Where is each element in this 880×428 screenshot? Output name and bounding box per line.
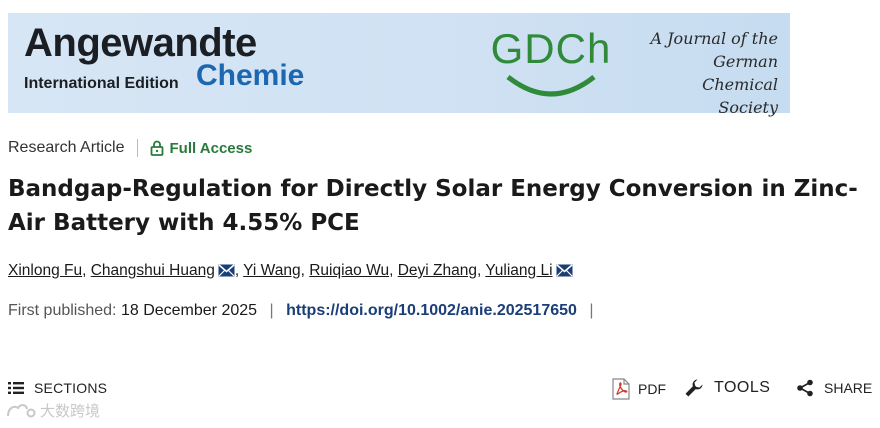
separator: |	[269, 302, 274, 319]
tools-button[interactable]: TOOLS	[684, 378, 770, 398]
author-list: Xinlong Fu, Changshui Huang, Yi Wang, Ru…	[8, 262, 573, 280]
society-line-3: Chemical Society	[702, 75, 778, 117]
society-tagline: A Journal of the German Chemical Society	[648, 27, 778, 119]
journal-banner[interactable]: Angewandte International Edition Chemie …	[8, 13, 790, 117]
publication-line: First published: 18 December 2025 | http…	[8, 302, 602, 320]
author-link[interactable]: Deyi Zhang	[398, 262, 477, 279]
watermark-logo-icon	[7, 403, 36, 417]
society-line-2: German	[713, 52, 778, 71]
article-type: Research Article	[8, 139, 125, 156]
journal-brand-edition: International Edition	[24, 75, 179, 92]
author-link[interactable]: Changshui Huang	[91, 262, 215, 279]
separator: |	[589, 302, 594, 319]
watermark: 大数跨境	[6, 400, 100, 421]
doi-link[interactable]: https://doi.org/10.1002/anie.202517650	[286, 302, 577, 319]
pdf-icon	[612, 378, 630, 400]
article-toolbar: SECTIONS PDF TOOLS SHARE	[8, 378, 872, 402]
share-icon	[797, 379, 813, 397]
author-link[interactable]: Yi Wang	[243, 262, 300, 279]
sections-label: SECTIONS	[34, 380, 108, 396]
meta-divider	[136, 139, 138, 157]
mail-icon[interactable]	[556, 264, 573, 277]
sections-button[interactable]: SECTIONS	[8, 380, 107, 396]
author-link[interactable]: Xinlong Fu	[8, 262, 82, 279]
access-badge: Full Access	[150, 139, 253, 157]
article-meta-row: Research Article Full Access	[8, 136, 252, 160]
first-published-label: First published:	[8, 302, 117, 319]
journal-brand-chemie: Chemie	[196, 59, 305, 92]
gdch-arc-icon	[506, 75, 596, 97]
author-link[interactable]: Yuliang Li	[485, 262, 552, 279]
mail-icon[interactable]	[218, 264, 235, 277]
pdf-label: PDF	[638, 381, 666, 397]
share-label: SHARE	[824, 380, 873, 396]
access-label: Full Access	[169, 139, 253, 157]
list-icon	[8, 382, 24, 394]
pdf-button[interactable]: PDF	[612, 378, 666, 400]
share-button[interactable]: SHARE	[796, 379, 872, 397]
author-link[interactable]: Ruiqiao Wu	[309, 262, 389, 279]
wrench-icon	[685, 379, 703, 397]
first-published-date: 18 December 2025	[120, 302, 258, 319]
watermark-text: 大数跨境	[40, 402, 101, 420]
gdch-logo: GDCh	[486, 25, 616, 105]
society-line-1: A Journal of the	[650, 29, 778, 48]
lock-icon	[150, 140, 163, 156]
tools-label: TOOLS	[714, 379, 771, 396]
article-title: Bandgap-Regulation for Directly Solar En…	[8, 176, 858, 236]
